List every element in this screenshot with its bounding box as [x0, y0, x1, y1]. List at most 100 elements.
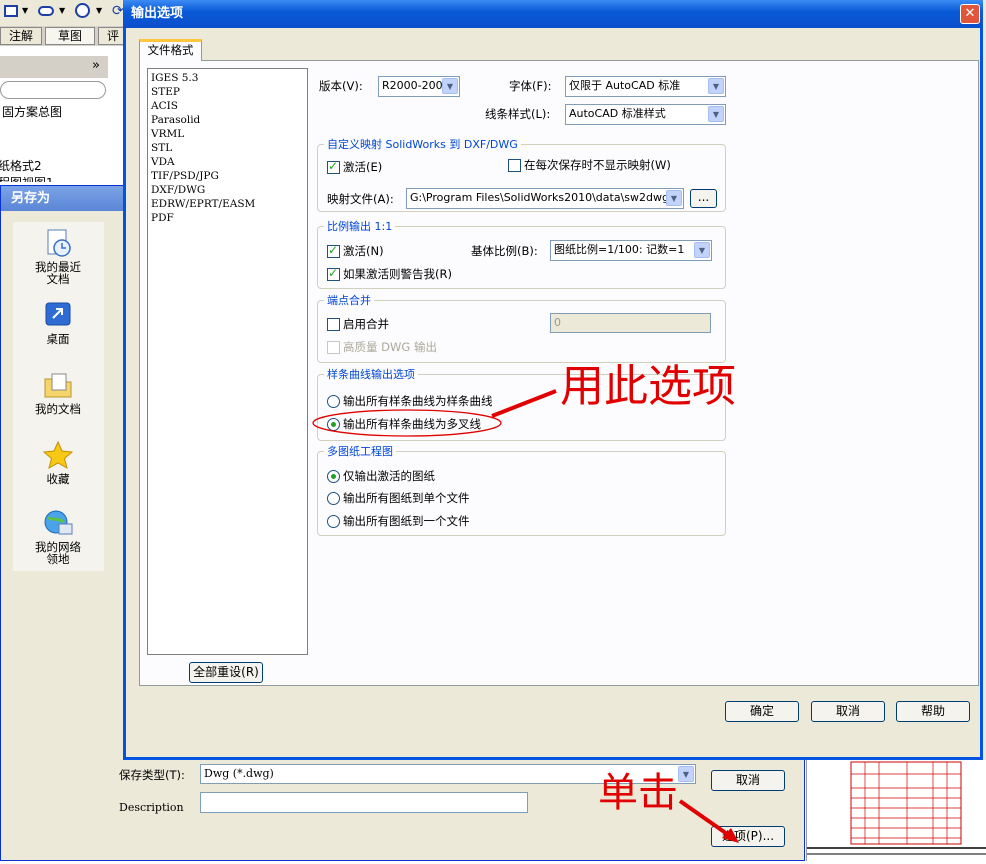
radio-label: 输出所有样条曲线为样条曲线 [343, 394, 493, 408]
mapping-file-value: G:\Program Files\SolidWorks2010\data\sw2… [410, 191, 669, 204]
dropdown-arrow-icon[interactable]: ▼ [22, 6, 28, 15]
description-label: Description [119, 801, 184, 814]
circle-tool-icon[interactable] [75, 3, 90, 18]
format-list-item[interactable]: DXF/DWG [148, 183, 307, 197]
format-list[interactable]: IGES 5.3 STEP ACIS Parasolid VRML STL VDA TIF/P… [147, 68, 308, 655]
place-label: 我的文档 [35, 402, 81, 416]
arc-tool-icon[interactable]: ⟳ [112, 3, 124, 19]
format-list-item[interactable]: STEP [148, 85, 307, 99]
font-select[interactable]: 仅限于 AutoCAD 标准 ▼ [565, 76, 726, 97]
output-options-dialog: 输出选项 ✕ 文件格式 IGES 5.3 STEP ACIS Parasolid VRM… [123, 0, 983, 760]
place-network[interactable]: 我的网络 领地 [18, 508, 98, 565]
base-scale-label: 基体比例(B): [471, 244, 538, 258]
checkbox-checked-icon [327, 266, 340, 281]
mapping-group-title: 自定义映射 SolidWorks 到 DXF/DWG [324, 136, 521, 152]
base-scale-value: 图纸比例=1/100: 记数=1 [554, 243, 685, 256]
chevron-down-icon[interactable]: ▼ [708, 78, 724, 94]
checkbox-label: 激活(E) [343, 160, 383, 174]
checkbox-unchecked-icon [327, 318, 340, 331]
place-recent-documents[interactable]: 我的最近 文档 [18, 228, 98, 285]
checkbox-label: 如果激活则警告我(R) [343, 267, 452, 281]
linestyle-value: AutoCAD 标准样式 [569, 107, 666, 120]
format-list-item[interactable]: PDF [148, 211, 307, 225]
chevron-down-icon[interactable]: ▼ [694, 242, 710, 258]
ok-button[interactable]: 确定 [725, 701, 799, 722]
saveas-cancel-button[interactable]: 取消 [711, 770, 785, 791]
close-button[interactable]: ✕ [960, 4, 980, 24]
help-button[interactable]: 帮助 [896, 701, 970, 722]
save-type-value: Dwg (*.dwg) [204, 767, 274, 780]
network-places-icon [44, 510, 73, 535]
mapping-activate-checkbox[interactable]: 激活(E) [327, 159, 382, 175]
slot-tool-icon[interactable] [38, 6, 54, 16]
tab-page: IGES 5.3 STEP ACIS Parasolid VRML STL VDA TIF/P… [139, 60, 979, 686]
place-my-documents[interactable]: 我的文档 [18, 370, 98, 415]
scale-activate-checkbox[interactable]: 激活(N) [327, 243, 384, 259]
save-type-label: 保存类型(T): [119, 768, 185, 782]
merge-tolerance-input[interactable]: 0 [550, 313, 711, 333]
format-list-item[interactable]: TIF/PSD/JPG [148, 169, 307, 183]
warn-if-active-checkbox[interactable]: 如果激活则警告我(R) [327, 266, 452, 282]
format-list-item[interactable]: ACIS [148, 99, 307, 113]
format-list-item[interactable]: EDRW/EPRT/EASM [148, 197, 307, 211]
format-list-item[interactable]: VRML [148, 127, 307, 141]
multi-sheet-group: 多图纸工程图 仅输出激活的图纸 输出所有图纸到单个文件 输出所有图纸到一个文件 [317, 443, 726, 536]
checkbox-checked-icon [327, 159, 340, 174]
options-button[interactable]: 选项(P)... [711, 826, 785, 847]
favorites-star-icon [42, 440, 74, 470]
place-label: 我的网络 领地 [35, 540, 81, 566]
radio-label: 输出所有图纸到单个文件 [343, 491, 470, 505]
checkbox-label: 高质量 DWG 输出 [343, 340, 437, 354]
reset-all-button[interactable]: 全部重设(R) [189, 662, 263, 683]
browse-button[interactable]: ... [690, 189, 717, 208]
tree-filter-box[interactable] [0, 81, 106, 99]
no-show-mapping-checkbox[interactable]: 在每次保存时不显示映射(W) [508, 157, 671, 173]
high-quality-dwg-checkbox[interactable]: 高质量 DWG 输出 [327, 339, 437, 355]
format-list-item[interactable]: STL [148, 141, 307, 155]
tree-item[interactable]: 程图视图1 [0, 174, 54, 182]
font-label: 字体(F): [509, 79, 552, 93]
version-select[interactable]: R2000-2002 ▼ [378, 76, 460, 97]
base-scale-select[interactable]: 图纸比例=1/100: 记数=1 ▼ [550, 240, 712, 261]
tree-item[interactable]: 固方案总图 [2, 103, 62, 120]
annotation-use-option: 用此选项 [560, 361, 736, 412]
tab-annotation[interactable]: 注解 [0, 27, 42, 45]
all-sheets-one-file-radio[interactable]: 输出所有图纸到一个文件 [327, 513, 470, 529]
all-sheets-single-file-radio[interactable]: 输出所有图纸到单个文件 [327, 490, 470, 506]
dropdown-arrow-icon[interactable]: ▼ [96, 6, 102, 15]
checkbox-disabled-icon [327, 341, 340, 354]
radio-label: 仅输出激活的图纸 [343, 469, 435, 483]
active-sheet-only-radio[interactable]: 仅输出激活的图纸 [327, 468, 435, 484]
tab-label: 文件格式 [147, 43, 194, 57]
place-favorites[interactable]: 收藏 [18, 440, 98, 485]
tree-item[interactable]: 纸格式2 [0, 157, 42, 174]
radio-unselected-icon [327, 515, 340, 528]
recent-documents-icon [47, 229, 71, 257]
mapping-file-select[interactable]: G:\Program Files\SolidWorks2010\data\sw2… [406, 188, 684, 209]
saveas-titlebar: 另存为 [1, 186, 126, 211]
tab-file-format[interactable]: 文件格式 [139, 39, 202, 61]
description-input[interactable] [200, 792, 528, 813]
place-desktop[interactable]: 桌面 [18, 300, 98, 345]
format-list-item[interactable]: Parasolid [148, 113, 307, 127]
radio-unselected-icon [327, 492, 340, 505]
linestyle-select[interactable]: AutoCAD 标准样式 ▼ [565, 104, 726, 125]
dropdown-arrow-icon[interactable]: ▼ [59, 6, 65, 15]
spline-as-polyline-radio[interactable]: 输出所有样条曲线为多叉线 [327, 416, 481, 432]
dialog-titlebar: 输出选项 [123, 0, 983, 28]
radio-label: 输出所有图纸到一个文件 [343, 514, 470, 528]
scale-group: 比例输出 1:1 激活(N) 基体比例(B): 图纸比例=1/100: 记数=1… [317, 218, 726, 289]
desktop-icon [45, 302, 71, 326]
chevron-down-icon[interactable]: ▼ [678, 766, 694, 782]
cancel-button[interactable]: 取消 [811, 701, 885, 722]
chevron-down-icon[interactable]: ▼ [442, 78, 458, 94]
format-list-item[interactable]: IGES 5.3 [148, 71, 307, 85]
rectangle-tool-icon[interactable] [4, 5, 18, 17]
enable-merge-checkbox[interactable]: 启用合并 [327, 316, 389, 332]
tab-sketch[interactable]: 草图 [45, 27, 95, 45]
chevron-down-icon[interactable]: ▼ [708, 106, 724, 122]
chevron-down-icon[interactable]: ▼ [666, 190, 682, 206]
format-list-item[interactable]: VDA [148, 155, 307, 169]
spline-as-spline-radio[interactable]: 输出所有样条曲线为样条曲线 [327, 393, 493, 409]
expand-chevron-icon[interactable]: » [92, 58, 100, 73]
